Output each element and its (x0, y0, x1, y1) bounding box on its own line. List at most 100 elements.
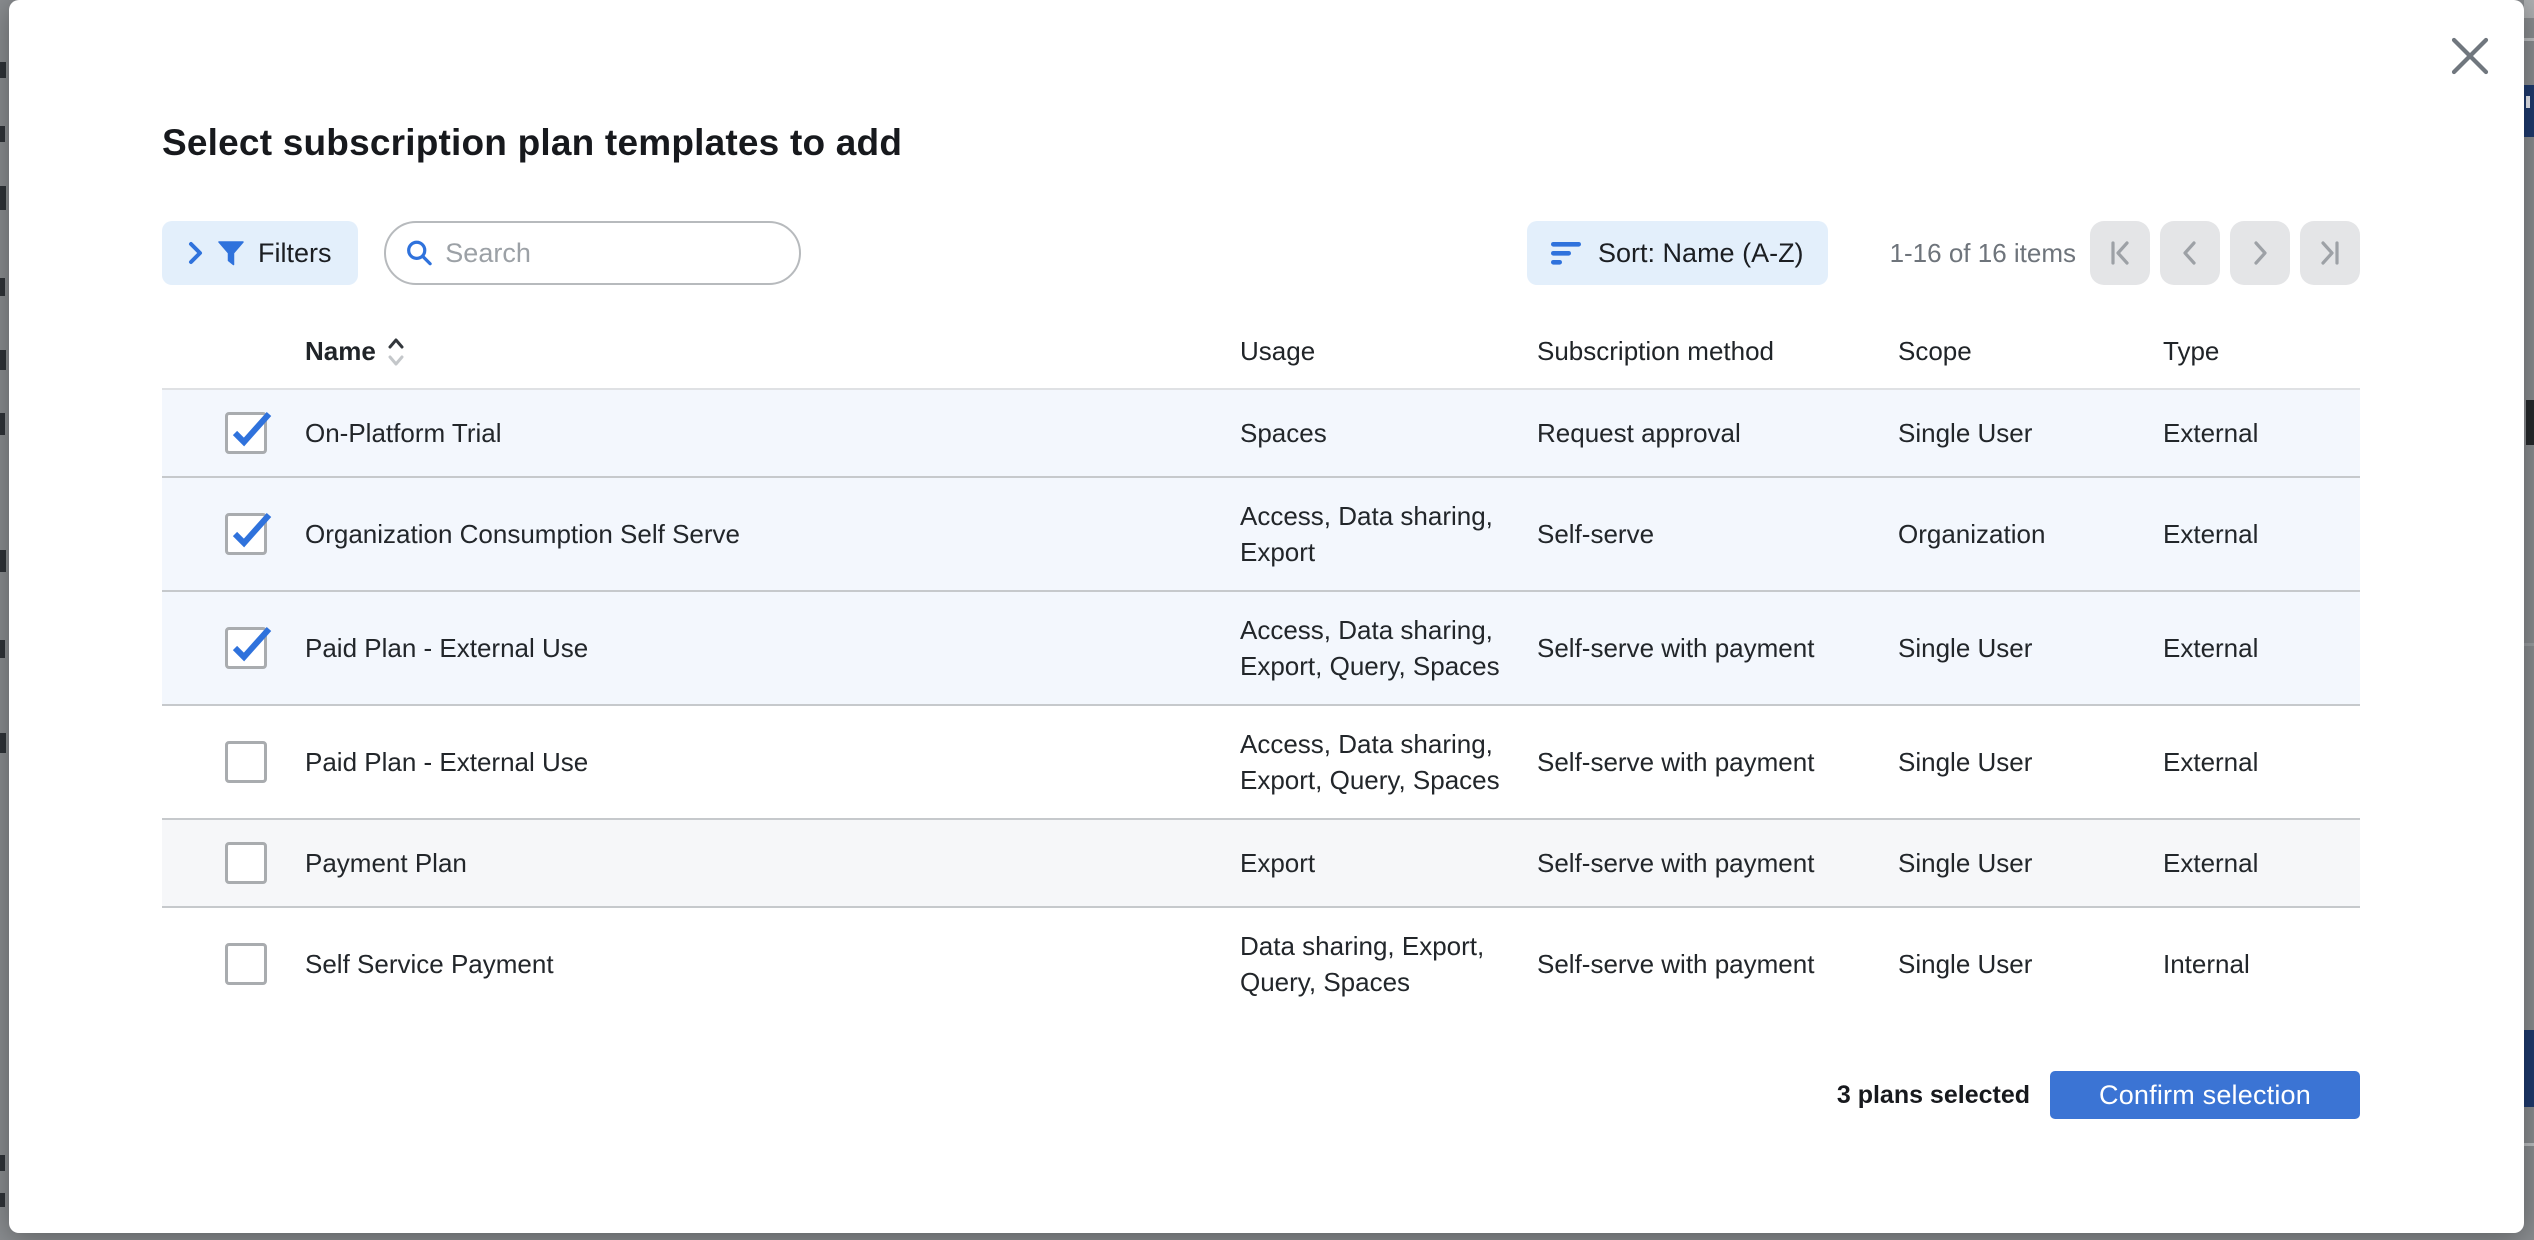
search-icon (406, 238, 433, 268)
plan-type: External (2163, 630, 2360, 666)
backdrop-fragment (0, 126, 5, 142)
column-header-usage: Usage (1240, 336, 1537, 367)
plan-scope: Single User (1898, 845, 2163, 881)
table-row[interactable]: Payment Plan Export Self-serve with paym… (162, 820, 2360, 908)
table-header: Name Usage Subscription method Scope Typ… (162, 315, 2360, 390)
plan-name: Self Service Payment (305, 946, 1240, 982)
previous-page-button[interactable] (2160, 221, 2220, 285)
checkbox-cell (162, 412, 305, 454)
plan-type: External (2163, 744, 2360, 780)
plan-scope: Single User (1898, 415, 2163, 451)
filters-label: Filters (258, 238, 332, 269)
plan-subscription-method: Self-serve with payment (1537, 946, 1898, 982)
table-row[interactable]: Organization Consumption Self Serve Acce… (162, 478, 2360, 592)
plan-type: Internal (2163, 946, 2360, 982)
sort-lines-icon (1551, 240, 1585, 267)
plan-usage: Access, Data sharing, Export (1240, 498, 1537, 570)
backdrop-fragment (2524, 643, 2534, 646)
backdrop-fragment (0, 550, 6, 572)
plan-subscription-method: Self-serve with payment (1537, 744, 1898, 780)
table-row[interactable]: Paid Plan - External Use Access, Data sh… (162, 706, 2360, 820)
first-page-icon (2108, 238, 2132, 268)
selected-count-summary: 3 plans selected (1837, 1081, 2030, 1110)
backdrop-fragment (2524, 1143, 2534, 1146)
checkbox-cell (162, 943, 305, 985)
checkmark-icon (231, 411, 271, 451)
backdrop-fragment (0, 640, 5, 658)
plan-type: External (2163, 845, 2360, 881)
column-header-scope: Scope (1898, 336, 2163, 367)
filters-button[interactable]: Filters (162, 221, 358, 285)
table-row[interactable]: On-Platform Trial Spaces Request approva… (162, 390, 2360, 478)
plan-scope: Single User (1898, 630, 2163, 666)
column-header-subscription-method: Subscription method (1537, 336, 1898, 367)
search-box (384, 221, 801, 285)
table-row[interactable]: Paid Plan - External Use Access, Data sh… (162, 592, 2360, 706)
backdrop-fragment (0, 350, 6, 370)
backdrop-fragment (0, 1155, 5, 1171)
plan-scope: Single User (1898, 744, 2163, 780)
row-checkbox[interactable] (225, 412, 267, 454)
last-page-button[interactable] (2300, 221, 2360, 285)
plan-usage: Access, Data sharing, Export, Query, Spa… (1240, 726, 1537, 798)
sort-ascending-icon (385, 336, 407, 368)
checkbox-cell (162, 741, 305, 783)
backdrop-fragment (0, 186, 6, 210)
chevron-right-icon (188, 240, 204, 266)
checkmark-icon (231, 512, 271, 552)
checkbox-cell (162, 627, 305, 669)
row-checkbox[interactable] (225, 513, 267, 555)
plan-subscription-method: Self-serve with payment (1537, 845, 1898, 881)
sort-label: Sort: Name (A-Z) (1598, 238, 1804, 269)
close-button[interactable] (2446, 32, 2494, 80)
column-header-name[interactable]: Name (305, 336, 1240, 368)
last-page-icon (2318, 238, 2342, 268)
plan-type: External (2163, 516, 2360, 552)
table-body: On-Platform Trial Spaces Request approva… (162, 390, 2360, 1020)
backdrop-fragment (0, 62, 6, 78)
row-checkbox[interactable] (225, 842, 267, 884)
next-page-button[interactable] (2230, 221, 2290, 285)
next-page-icon (2248, 238, 2272, 268)
row-checkbox[interactable] (225, 627, 267, 669)
plan-usage: Export (1240, 845, 1537, 881)
plan-scope: Organization (1898, 516, 2163, 552)
page-title: Select subscription plan templates to ad… (162, 121, 2360, 165)
backdrop-fragment (2526, 400, 2534, 445)
checkbox-cell (162, 513, 305, 555)
plan-name: On-Platform Trial (305, 415, 1240, 451)
row-checkbox[interactable] (225, 741, 267, 783)
toolbar: Filters Sort: Name (A-Z) 1-16 of 16 item… (162, 221, 2360, 285)
plan-scope: Single User (1898, 946, 2163, 982)
confirm-selection-button[interactable]: Confirm selection (2050, 1071, 2360, 1119)
first-page-button[interactable] (2090, 221, 2150, 285)
table-row[interactable]: Self Service Payment Data sharing, Expor… (162, 908, 2360, 1020)
backdrop-fragment (2526, 96, 2530, 108)
plan-name: Payment Plan (305, 845, 1240, 881)
plan-usage: Spaces (1240, 415, 1537, 451)
sort-button[interactable]: Sort: Name (A-Z) (1527, 221, 1828, 285)
footer: 3 plans selected Confirm selection (162, 1071, 2360, 1119)
backdrop-fragment (0, 733, 6, 753)
search-input[interactable] (445, 238, 778, 269)
plan-usage: Access, Data sharing, Export, Query, Spa… (1240, 612, 1537, 684)
checkbox-cell (162, 842, 305, 884)
backdrop-fragment (0, 1193, 5, 1207)
backdrop-fragment (2524, 1030, 2534, 1107)
plan-usage: Data sharing, Export, Query, Spaces (1240, 928, 1537, 1000)
plan-subscription-method: Self-serve (1537, 516, 1898, 552)
plan-subscription-method: Request approval (1537, 415, 1898, 451)
column-header-type: Type (2163, 336, 2360, 367)
plan-name: Paid Plan - External Use (305, 630, 1240, 666)
pagination-summary: 1-16 of 16 items (1890, 238, 2076, 269)
backdrop-fragment (2524, 38, 2534, 41)
previous-page-icon (2178, 238, 2202, 268)
plan-type: External (2163, 415, 2360, 451)
checkmark-icon (231, 626, 271, 666)
backdrop-fragment (0, 413, 5, 435)
close-icon (2448, 34, 2492, 78)
subscription-plan-modal: Select subscription plan templates to ad… (9, 0, 2524, 1233)
row-checkbox[interactable] (225, 943, 267, 985)
plan-subscription-method: Self-serve with payment (1537, 630, 1898, 666)
pagination-controls (2090, 221, 2360, 285)
